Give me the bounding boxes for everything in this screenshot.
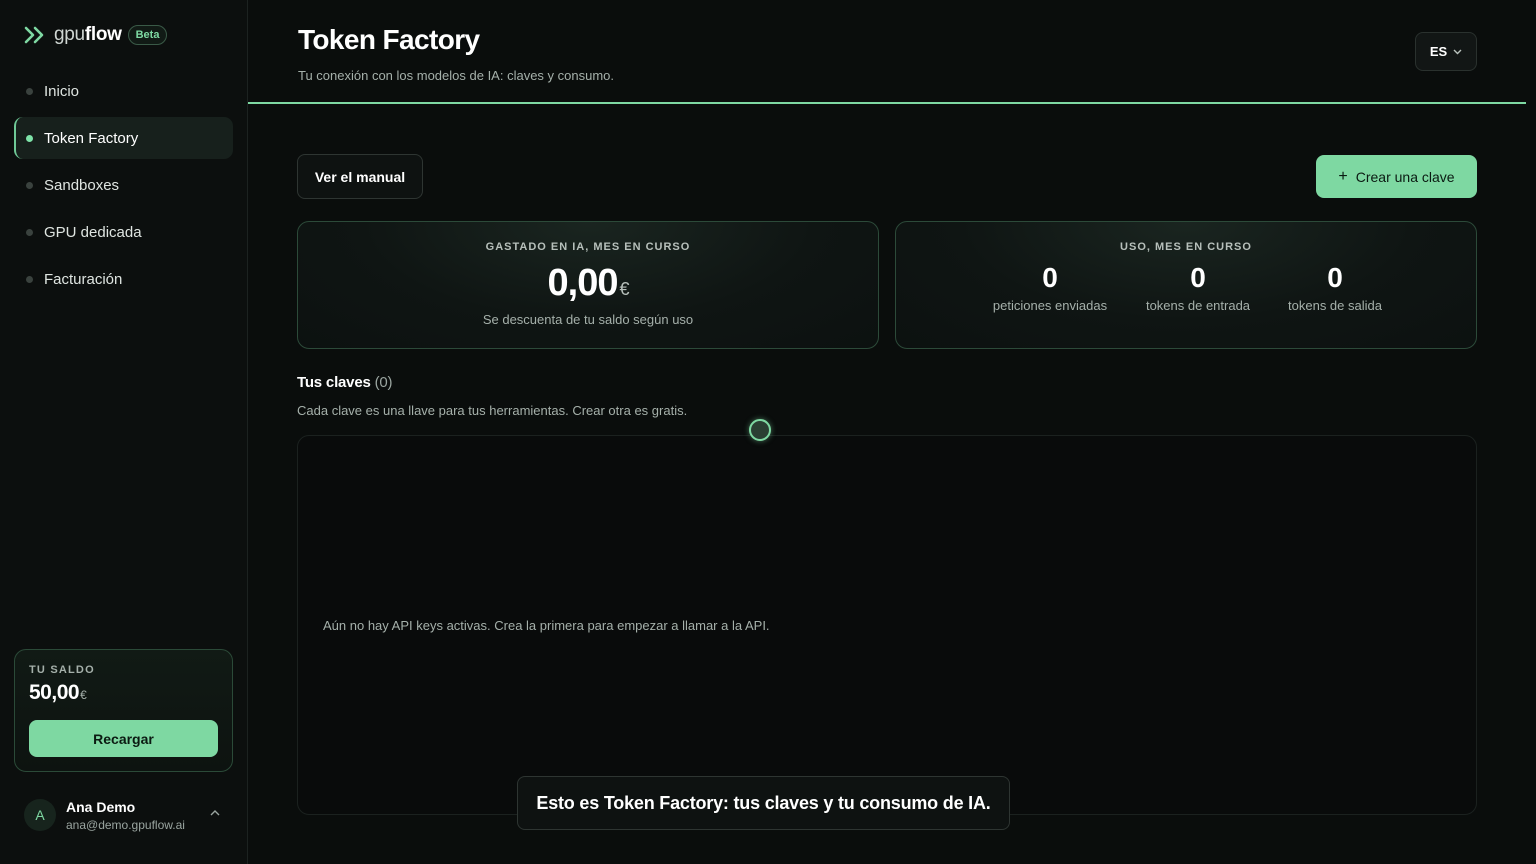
spent-card-label: GASTADO EN IA, MES EN CURSO	[485, 241, 691, 253]
spent-card: GASTADO EN IA, MES EN CURSO 0,00 € Se des…	[297, 221, 879, 349]
sidebar-item-facturacion[interactable]: Facturación	[14, 258, 233, 300]
usage-card: USO, MES EN CURSO 0 peticiones enviadas …	[895, 221, 1477, 349]
plus-icon: +	[1338, 167, 1348, 185]
nav-dot-icon	[26, 275, 33, 283]
empty-state-text: Aún no hay API keys activas. Crea la pri…	[323, 618, 770, 633]
brand-name-light: gpu	[54, 24, 85, 45]
chevron-down-icon	[1453, 47, 1462, 57]
page-header: Token Factory Tu conexión con los modelo…	[248, 0, 1526, 104]
beta-badge: Beta	[127, 25, 168, 45]
logo-double-chevron-icon	[24, 26, 46, 44]
user-menu[interactable]: A Ana Demo ana@demo.gpuflow.ai	[24, 797, 234, 833]
language-label: ES	[1429, 44, 1448, 59]
language-select[interactable]: ES	[1415, 32, 1477, 71]
metric-label: tokens de salida	[1288, 298, 1382, 313]
nav-dot-icon	[26, 181, 33, 189]
sidebar-item-inicio[interactable]: Inicio	[14, 70, 233, 112]
sidebar-item-gpu-dedicada[interactable]: GPU dedicada	[14, 211, 233, 253]
sidebar-item-sandboxes[interactable]: Sandboxes	[14, 164, 233, 206]
brand[interactable]: gpuflow Beta	[24, 22, 168, 48]
user-info: Ana Demo ana@demo.gpuflow.ai	[66, 799, 185, 832]
spent-amount: 0,00 €	[298, 262, 878, 305]
page-subtitle: Tu conexión con los modelos de IA: clave…	[298, 68, 615, 83]
user-name: Ana Demo	[66, 798, 136, 815]
usage-card-label: USO, MES EN CURSO	[1120, 241, 1252, 253]
keys-list-panel: Aún no hay API keys activas. Crea la pri…	[297, 435, 1477, 815]
spent-currency: €	[619, 279, 629, 299]
metric-value: 0	[1190, 262, 1206, 293]
sidebar-item-label: Token Factory	[44, 129, 139, 147]
metric-output-tokens: 0 tokens de salida	[1265, 262, 1405, 313]
sidebar-nav: Inicio Token Factory Sandboxes GPU dedic…	[14, 70, 233, 305]
sidebar-item-label: Inicio	[44, 82, 80, 100]
balance-amount: 50,00€	[29, 681, 218, 705]
brand-name: gpuflow	[54, 24, 122, 46]
metric-label: peticiones enviadas	[992, 298, 1108, 313]
balance-label: TU SALDO	[29, 664, 95, 676]
metric-label: tokens de entrada	[1145, 298, 1251, 313]
sidebar-item-label: Sandboxes	[44, 176, 120, 194]
metric-input-tokens: 0 tokens de entrada	[1128, 262, 1268, 313]
balance-card: TU SALDO 50,00€ Recargar	[14, 649, 233, 772]
nav-dot-icon	[26, 134, 33, 142]
keys-title: Tus claves (0)	[297, 374, 393, 391]
keys-count: (0)	[374, 374, 393, 391]
metric-value: 0	[1327, 262, 1343, 293]
metric-requests: 0 peticiones enviadas	[980, 262, 1120, 313]
recharge-button[interactable]: Recargar	[29, 720, 218, 757]
nav-dot-icon	[26, 228, 33, 236]
keys-subtitle: Cada clave es una llave para tus herrami…	[297, 403, 688, 418]
sidebar-item-label: GPU dedicada	[44, 223, 142, 241]
tour-toast: Esto es Token Factory: tus claves y tu c…	[517, 776, 1010, 830]
balance-currency: €	[80, 688, 87, 702]
balance-value: 50,00	[29, 681, 80, 704]
spent-value: 0,00	[547, 262, 619, 304]
avatar: A	[24, 799, 56, 831]
nav-dot-icon	[26, 87, 33, 95]
spent-note: Se descuenta de tu saldo según uso	[482, 312, 694, 327]
sidebar-item-label: Facturación	[44, 270, 123, 288]
brand-name-bold: flow	[84, 24, 122, 45]
sidebar-item-token-factory[interactable]: Token Factory	[14, 117, 233, 159]
create-key-button[interactable]: + Crear una clave	[1316, 155, 1477, 198]
create-key-label: Crear una clave	[1355, 168, 1455, 185]
metric-value: 0	[1042, 262, 1058, 293]
manual-button[interactable]: Ver el manual	[297, 154, 423, 199]
keys-title-text: Tus claves	[297, 374, 371, 391]
user-email: ana@demo.gpuflow.ai	[66, 817, 185, 832]
tour-pointer	[749, 419, 771, 441]
chevron-up-icon[interactable]	[210, 807, 220, 819]
sidebar: gpuflow Beta Inicio Token Factory Sandbo…	[0, 0, 248, 864]
page-title: Token Factory	[298, 24, 480, 55]
